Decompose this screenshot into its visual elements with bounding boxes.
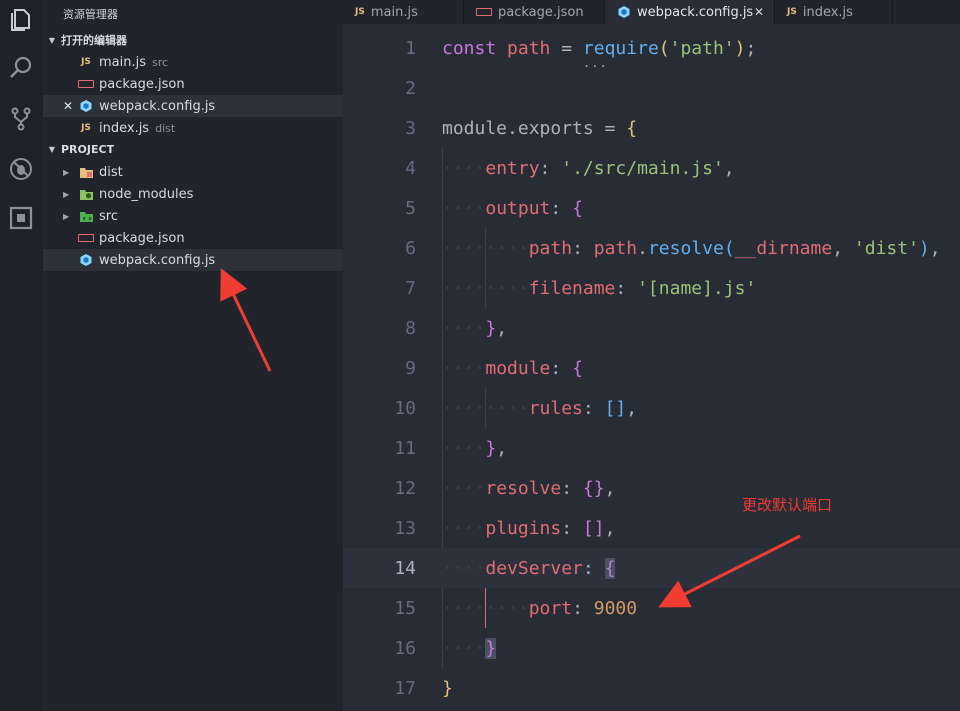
code-line[interactable]: 11 ····}, (343, 428, 960, 468)
tree-item-folder[interactable]: ▶ src (43, 205, 343, 227)
activity-bar (0, 0, 43, 711)
webpack-file-icon (78, 99, 94, 113)
chevron-right-icon: ▶ (63, 189, 70, 199)
folder-node-icon (78, 187, 94, 201)
code-line[interactable]: 3 module.exports = { (343, 108, 960, 148)
chevron-down-icon: ▼ (48, 35, 56, 45)
code-line[interactable]: 12 ····resolve: {}, (343, 468, 960, 508)
code-line[interactable]: 4 ····entry: './src/main.js', (343, 148, 960, 188)
project-header[interactable]: ▼ PROJECT (43, 139, 343, 159)
js-file-icon: JS (81, 123, 91, 133)
folder-src-icon (78, 209, 94, 223)
open-editor-item-active[interactable]: ✕ webpack.config.js (43, 95, 343, 117)
close-tab-icon[interactable]: ✕ (754, 5, 764, 19)
open-editor-item[interactable]: package.json (43, 73, 343, 95)
code-line[interactable]: 9 ····module: { (343, 348, 960, 388)
js-file-icon: JS (81, 57, 91, 67)
open-editor-item[interactable]: JS main.js src (43, 51, 343, 73)
code-line[interactable]: 13 ····plugins: [], (343, 508, 960, 548)
webpack-file-icon (617, 5, 631, 19)
tab-webpack-config[interactable]: webpack.config.js ✕ (605, 0, 775, 24)
close-icon[interactable]: ✕ (63, 99, 73, 113)
open-editors-header[interactable]: ▼ 打开的编辑器 (43, 30, 343, 50)
code-editor[interactable]: 1 const path = require('path'); ... 2 3 … (343, 24, 960, 711)
explorer-sidebar: 资源管理器 ▼ 打开的编辑器 JS main.js src package.jso… (43, 0, 343, 711)
annotation-note: 更改默认端口 (742, 496, 833, 514)
explorer-icon[interactable] (6, 4, 36, 34)
folder-dist-icon (78, 165, 94, 179)
open-editor-item[interactable]: JS index.js dist (43, 117, 343, 139)
package-file-icon (78, 77, 94, 91)
code-line[interactable]: 1 const path = require('path'); (343, 28, 960, 68)
code-line[interactable]: 17 } (343, 668, 960, 708)
code-line[interactable]: 8 ····}, (343, 308, 960, 348)
code-line[interactable]: 6 ········path: path.resolve(__dirname, … (343, 228, 960, 268)
chevron-right-icon: ▶ (63, 211, 70, 221)
debug-icon[interactable] (6, 154, 36, 184)
tree-item-folder[interactable]: ▶ node_modules (43, 183, 343, 205)
code-line[interactable]: 2 (343, 68, 960, 108)
tab-index-js[interactable]: JS index.js (775, 0, 893, 24)
source-control-icon[interactable] (6, 104, 36, 134)
package-file-icon (78, 231, 94, 245)
code-line[interactable]: 16 ····} (343, 628, 960, 668)
extensions-icon[interactable] (6, 203, 36, 233)
js-file-icon: JS (787, 7, 797, 17)
js-file-icon: JS (355, 7, 365, 17)
tree-item-file[interactable]: package.json (43, 227, 343, 249)
code-line[interactable]: 7 ········filename: '[name].js' (343, 268, 960, 308)
package-file-icon (476, 8, 492, 16)
tab-package-json[interactable]: package.json (464, 0, 605, 24)
tab-bar: JS main.js package.json webpack.config.j… (343, 0, 960, 24)
chevron-right-icon: ▶ (63, 167, 70, 177)
tab-main-js[interactable]: JS main.js (343, 0, 464, 24)
tree-item-file-selected[interactable]: webpack.config.js (43, 249, 343, 271)
search-icon[interactable] (6, 53, 36, 83)
code-line[interactable]: 10 ········rules: [], (343, 388, 960, 428)
explorer-title: 资源管理器 (63, 8, 118, 21)
code-line[interactable]: 15 ········port: 9000 (343, 588, 960, 628)
code-line[interactable]: 5 ····output: { (343, 188, 960, 228)
tree-item-folder[interactable]: ▶ dist (43, 161, 343, 183)
code-line-current[interactable]: 14 ····devServer: { (343, 548, 960, 588)
chevron-down-icon: ▼ (48, 144, 56, 154)
webpack-file-icon (78, 253, 94, 267)
